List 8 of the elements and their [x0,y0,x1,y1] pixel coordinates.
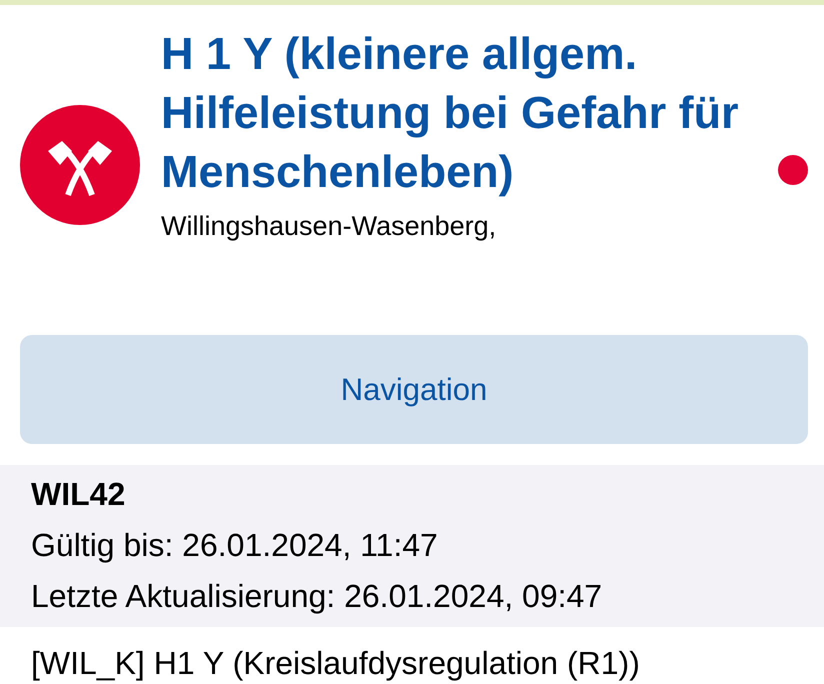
detail-text: Gültig bis: 26.01.2024, 11:47 [31,526,438,565]
crossed-axes-icon [20,105,140,225]
location-text: Willingshausen-Wasenberg, [161,210,498,242]
detail-text: Letzte Aktualisierung: 26.01.2024, 09:47 [31,577,602,616]
navigation-button[interactable]: Navigation [20,335,808,444]
message-text: [WIL_K] H1 Y (Kreislaufdysregulation (R1)) [31,644,640,683]
incident-title: H 1 Y (kleinere allgem. Hilfeleistung bei Gefahr für Menschenleben) [161,27,740,199]
unit-name: WIL42 [31,475,126,514]
